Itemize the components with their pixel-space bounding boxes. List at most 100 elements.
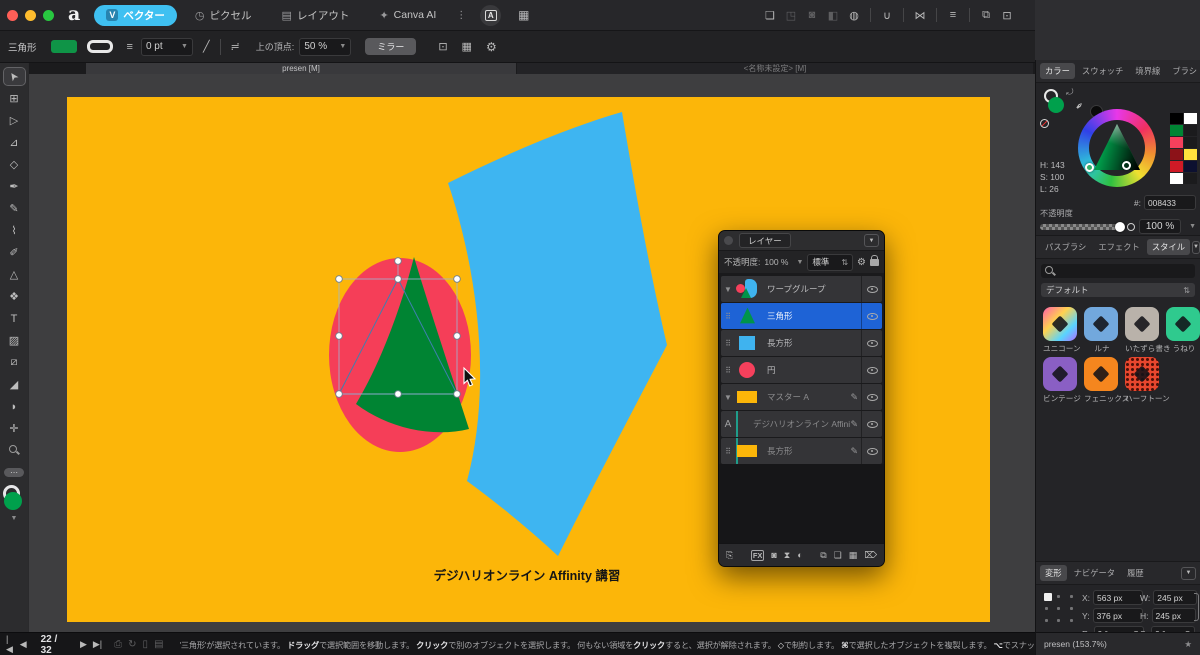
node-tool[interactable]: ▷: [4, 112, 25, 129]
anchor-point-selector[interactable]: [1044, 593, 1074, 623]
layer-effects-button[interactable]: FX: [751, 550, 765, 561]
layer-row-rectangle[interactable]: ⠿ 長方形: [721, 330, 882, 356]
panel-menu-chevron-icon[interactable]: ▼: [864, 234, 879, 247]
tab-path-brushes[interactable]: パスブラシ: [1040, 239, 1091, 255]
style-swatch[interactable]: [1043, 307, 1077, 341]
shape-builder-tool[interactable]: ❖: [4, 288, 25, 305]
panel-menu-chevron-icon[interactable]: ▼: [1181, 567, 1196, 580]
style-item[interactable]: ハーフトーン: [1125, 357, 1161, 404]
stroke-color-swatch[interactable]: [87, 40, 113, 53]
layer-row-master-a[interactable]: ▼ マスター A ✎: [721, 384, 882, 410]
layer-row-triangle[interactable]: ⠿ 三角形: [721, 303, 882, 329]
style-swatch[interactable]: [1084, 357, 1118, 391]
handle-bottom-center[interactable]: [395, 391, 402, 398]
layer-row-rectangle-2[interactable]: ⠿ 長方形 ✎: [721, 438, 882, 464]
opacity-slider-knob[interactable]: [1115, 222, 1125, 232]
boolean-divide-button[interactable]: ◧: [823, 9, 843, 22]
top-vertex-input[interactable]: 50 %▼: [299, 38, 351, 56]
move-tool[interactable]: ➤: [4, 68, 25, 85]
translate-button[interactable]: A: [480, 5, 501, 26]
next-page-button[interactable]: ▶: [80, 639, 87, 650]
device-preview-icon[interactable]: ▯: [143, 639, 149, 650]
handle-bottom-right[interactable]: [454, 391, 461, 398]
panel-menu-chevron-icon[interactable]: ▼: [1192, 241, 1200, 254]
swatch[interactable]: [1184, 173, 1197, 184]
tab-color[interactable]: カラー: [1040, 63, 1075, 79]
handle-mid-left[interactable]: [336, 333, 343, 340]
style-item[interactable]: ルナ: [1084, 307, 1120, 354]
tab-brushes[interactable]: ブラシ: [1167, 63, 1200, 79]
style-swatch[interactable]: [1125, 357, 1159, 391]
adjustment-layer-button[interactable]: ⧗: [784, 550, 790, 561]
expand-chevron-icon[interactable]: ▼: [721, 393, 735, 402]
overflow-menu-icon[interactable]: ⋮: [454, 10, 468, 21]
close-window-button[interactable]: [7, 10, 18, 21]
layer-row-text[interactable]: A デジハリオンライン Affini... ✎: [721, 411, 882, 437]
swatch[interactable]: [1184, 149, 1197, 160]
style-swatch[interactable]: [1166, 307, 1200, 341]
pen-tool[interactable]: ✒: [4, 178, 25, 195]
fill-tool[interactable]: ◢: [4, 376, 25, 393]
layers-panel-header[interactable]: レイヤー ▼: [719, 231, 884, 251]
first-page-button[interactable]: |◀: [6, 634, 14, 655]
gear-icon[interactable]: ⚙: [486, 40, 497, 54]
edit-pencil-icon[interactable]: ✎: [850, 419, 858, 430]
text-tool[interactable]: T: [4, 310, 25, 327]
artboard-caption-text[interactable]: デジハリオンライン Affinity 講習: [434, 568, 621, 583]
tab-history[interactable]: 履歴: [1122, 565, 1149, 581]
w-input[interactable]: 245 px: [1153, 590, 1197, 605]
swatch[interactable]: [1184, 113, 1197, 124]
live-filter-button[interactable]: ◐: [797, 550, 802, 560]
document-tab-presen[interactable]: presen [M]: [86, 63, 516, 74]
visibility-toggle[interactable]: [861, 330, 882, 356]
drag-handle-icon[interactable]: ⠿: [721, 447, 735, 456]
tab-swatches[interactable]: スウォッチ: [1077, 63, 1129, 79]
shade-selector-dot[interactable]: [1122, 161, 1131, 170]
favorite-star-icon[interactable]: ★: [1184, 639, 1192, 650]
artboard-tool[interactable]: ⊞: [4, 90, 25, 107]
studio-grid-button[interactable]: ▦: [513, 5, 534, 26]
persona-tab-canva-ai[interactable]: ✦ Canva AI: [367, 6, 448, 25]
color-picker-tool[interactable]: ◗: [4, 398, 25, 415]
new-pixel-layer-button[interactable]: ▦: [849, 550, 858, 561]
style-swatch[interactable]: [1043, 357, 1077, 391]
delete-layer-button[interactable]: ⌦: [864, 550, 877, 561]
styles-category-select[interactable]: デフォルト ⇅: [1041, 283, 1195, 297]
stroke-style-icon[interactable]: ≡: [127, 41, 133, 53]
edit-pencil-icon[interactable]: ✎: [850, 392, 858, 403]
style-item[interactable]: いたずら書き: [1125, 307, 1161, 354]
styles-search-input[interactable]: [1041, 264, 1195, 278]
color-wheel[interactable]: [1078, 109, 1156, 187]
paint-brush-tool[interactable]: ✐: [4, 244, 25, 261]
transform-origin-icon[interactable]: ⊡: [438, 40, 447, 53]
zoom-window-button[interactable]: [43, 10, 54, 21]
x-input[interactable]: 563 px: [1093, 590, 1143, 605]
boolean-intersect-button[interactable]: ◙: [802, 9, 822, 21]
more-tools-button[interactable]: ⋯: [4, 468, 24, 477]
style-swatch[interactable]: [1084, 307, 1118, 341]
visibility-toggle[interactable]: [861, 438, 882, 464]
vector-crop-tool[interactable]: ⧄: [4, 354, 25, 371]
swatch[interactable]: [1170, 125, 1183, 136]
handle-top-right[interactable]: [454, 276, 461, 283]
persona-tab-vector[interactable]: V ベクター: [94, 5, 177, 26]
previous-page-button[interactable]: ◀: [20, 639, 27, 650]
flip-horizontal-button[interactable]: ⋈: [910, 9, 930, 22]
fill-color-circle[interactable]: [1048, 97, 1064, 113]
last-page-button[interactable]: ▶|: [93, 639, 102, 650]
fill-color-swatch[interactable]: [51, 40, 77, 53]
opacity-slider[interactable]: [1040, 224, 1123, 230]
swatch[interactable]: [1184, 137, 1197, 148]
swatch[interactable]: [1184, 161, 1197, 172]
visibility-toggle[interactable]: [861, 411, 882, 437]
handle-bottom-left[interactable]: [336, 391, 343, 398]
corner-tool[interactable]: ◇: [4, 156, 25, 173]
style-item[interactable]: ユニコーン: [1043, 307, 1079, 354]
handle-top-center[interactable]: [395, 276, 402, 283]
layer-row-circle[interactable]: ⠿ 円: [721, 357, 882, 383]
presentation-icon[interactable]: ⎙: [114, 639, 122, 650]
edit-all-layers-button[interactable]: ⎘: [726, 550, 733, 561]
stack-view-icon[interactable]: ▤: [154, 639, 163, 650]
handle-top-left[interactable]: [336, 276, 343, 283]
shape-tool[interactable]: △: [4, 266, 25, 283]
